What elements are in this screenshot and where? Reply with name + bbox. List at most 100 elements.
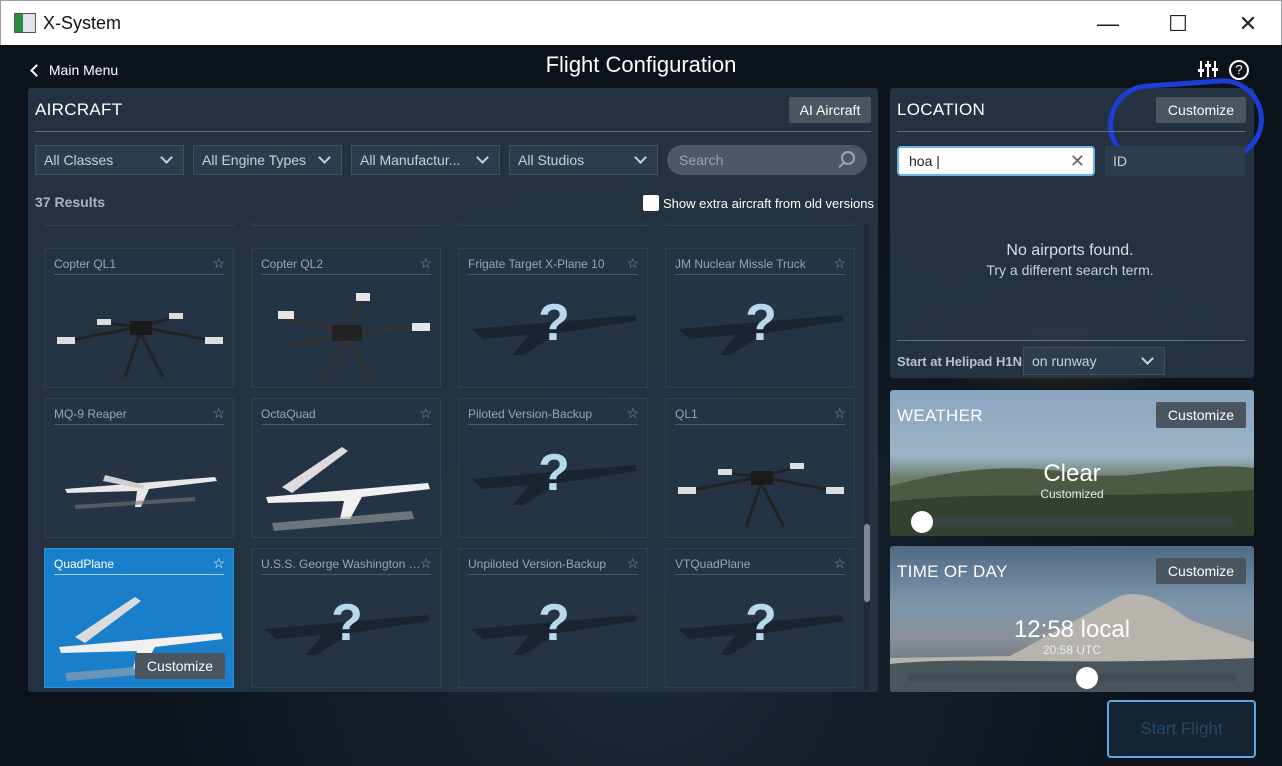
- aircraft-name: OctaQuad: [261, 407, 316, 421]
- aircraft-card[interactable]: Unpiloted Version-Backup ☆?: [458, 548, 648, 688]
- favorite-star-icon[interactable]: ☆: [212, 555, 225, 572]
- aircraft-thumbnail: [278, 293, 430, 383]
- time-of-day-slider[interactable]: [908, 674, 1236, 682]
- aircraft-card[interactable]: QL1 ☆: [665, 398, 855, 538]
- page-title: Flight Configuration: [545, 52, 737, 77]
- start-position-label: on runway: [1032, 353, 1097, 369]
- aircraft-card[interactable]: OctaQuad ☆: [251, 398, 441, 538]
- aircraft-card[interactable]: [458, 222, 648, 226]
- weather-value: Clear: [1043, 460, 1101, 487]
- divider: [675, 274, 845, 275]
- filter-classes[interactable]: All Classes: [35, 145, 184, 175]
- filter-studios[interactable]: All Studios: [509, 145, 658, 175]
- aircraft-name: U.S.S. George Washington (...: [261, 557, 421, 571]
- favorite-star-icon[interactable]: ☆: [626, 405, 639, 422]
- divider: [897, 340, 1246, 341]
- aircraft-card[interactable]: [44, 222, 234, 226]
- favorite-star-icon[interactable]: ☆: [212, 405, 225, 422]
- location-search-input[interactable]: hoa | ✕: [897, 146, 1095, 176]
- search-icon: [841, 151, 855, 165]
- divider: [675, 574, 845, 575]
- close-button[interactable]: ✕: [1213, 1, 1282, 46]
- weather-subvalue: Customized: [1040, 487, 1104, 501]
- time-of-day-value: 12:58 local: [1013, 616, 1131, 643]
- id-select-label: ID: [1113, 153, 1127, 169]
- window-titlebar: X-System — ☐ ✕: [0, 0, 1282, 45]
- divider: [261, 574, 431, 575]
- filter-manufacturers[interactable]: All Manufactur...: [351, 145, 500, 175]
- old-versions-checkbox[interactable]: [643, 195, 659, 211]
- question-mark-icon: ?: [538, 294, 570, 352]
- minimize-button[interactable]: —: [1073, 1, 1143, 46]
- favorite-star-icon[interactable]: ☆: [626, 255, 639, 272]
- divider: [35, 131, 871, 132]
- aircraft-name: Piloted Version-Backup: [468, 407, 593, 421]
- filter-label: All Engine Types: [202, 152, 307, 168]
- divider: [675, 424, 845, 425]
- start-position-select[interactable]: on runway: [1023, 347, 1165, 375]
- ai-aircraft-button[interactable]: AI Aircraft: [789, 97, 871, 123]
- question-mark-icon: ?: [745, 294, 777, 352]
- favorite-star-icon[interactable]: ☆: [833, 555, 846, 572]
- aircraft-name: JM Nuclear Missle Truck: [675, 257, 806, 271]
- chevron-down-icon: [476, 151, 489, 164]
- aircraft-card[interactable]: Frigate Target X-Plane 10 ☆?: [458, 248, 648, 388]
- question-mark-icon: ?: [745, 594, 777, 652]
- question-mark-icon: ?: [538, 444, 570, 502]
- divider: [468, 424, 638, 425]
- aircraft-name: MQ-9 Reaper: [54, 407, 127, 421]
- aircraft-name: Unpiloted Version-Backup: [468, 557, 607, 571]
- aircraft-card[interactable]: Copter QL2 ☆: [251, 248, 441, 388]
- old-versions-label: Show extra aircraft from old versions: [663, 196, 874, 211]
- location-title: LOCATION: [897, 100, 986, 119]
- chevron-down-icon: [1141, 352, 1154, 365]
- start-flight-button[interactable]: Start Flight: [1107, 700, 1256, 758]
- aircraft-card[interactable]: JM Nuclear Missle Truck ☆?: [665, 248, 855, 388]
- aircraft-card[interactable]: MQ-9 Reaper ☆: [44, 398, 234, 538]
- aircraft-title: AIRCRAFT: [35, 100, 123, 119]
- divider: [261, 274, 431, 275]
- divider: [897, 131, 1246, 132]
- weather-panel: WEATHER Customize Clear Customized: [890, 390, 1254, 536]
- filter-label: All Studios: [518, 152, 585, 168]
- clear-icon[interactable]: ✕: [1070, 148, 1085, 174]
- aircraft-card[interactable]: QuadPlane ☆ Customize: [44, 548, 234, 688]
- weather-slider[interactable]: [908, 518, 1236, 526]
- favorite-star-icon[interactable]: ☆: [626, 555, 639, 572]
- weather-title: WEATHER: [897, 406, 983, 425]
- aircraft-search-input[interactable]: Search: [667, 145, 867, 175]
- favorite-star-icon[interactable]: ☆: [419, 555, 432, 572]
- chevron-down-icon: [160, 151, 173, 164]
- time-of-day-customize-button[interactable]: Customize: [1156, 558, 1246, 584]
- question-mark-icon: ?: [331, 594, 363, 652]
- time-of-day-title: TIME OF DAY: [897, 562, 1008, 581]
- favorite-star-icon[interactable]: ☆: [833, 255, 846, 272]
- no-airports-hint: Try a different search term.: [986, 262, 1154, 278]
- filter-engine-types[interactable]: All Engine Types: [193, 145, 342, 175]
- filter-label: All Manufactur...: [360, 152, 461, 168]
- favorite-star-icon[interactable]: ☆: [212, 255, 225, 272]
- help-icon[interactable]: ?: [1229, 60, 1249, 80]
- no-airports-message: No airports found.: [1006, 242, 1134, 259]
- favorite-star-icon[interactable]: ☆: [419, 405, 432, 422]
- scrollbar-thumb[interactable]: [864, 524, 870, 602]
- aircraft-card[interactable]: Piloted Version-Backup ☆?: [458, 398, 648, 538]
- weather-customize-button[interactable]: Customize: [1156, 402, 1246, 428]
- divider: [261, 424, 431, 425]
- maximize-button[interactable]: ☐: [1143, 1, 1213, 46]
- favorite-star-icon[interactable]: ☆: [419, 255, 432, 272]
- aircraft-thumbnail: [65, 475, 217, 509]
- favorite-star-icon[interactable]: ☆: [833, 405, 846, 422]
- aircraft-customize-button[interactable]: Customize: [135, 653, 225, 679]
- aircraft-card[interactable]: Copter QL1 ☆: [44, 248, 234, 388]
- aircraft-name: VTQuadPlane: [675, 557, 751, 571]
- aircraft-card[interactable]: VTQuadPlane ☆?: [665, 548, 855, 688]
- aircraft-scrollbar[interactable]: [864, 224, 870, 690]
- time-of-day-panel: TIME OF DAY Customize 12:58 local 20:58 …: [890, 546, 1254, 692]
- search-placeholder: Search: [679, 152, 724, 168]
- aircraft-card[interactable]: [665, 222, 855, 226]
- weather-slider-knob[interactable]: [911, 511, 933, 533]
- aircraft-card[interactable]: U.S.S. George Washington (... ☆?: [251, 548, 441, 688]
- aircraft-card[interactable]: [251, 222, 441, 226]
- location-id-select[interactable]: ID: [1105, 146, 1245, 176]
